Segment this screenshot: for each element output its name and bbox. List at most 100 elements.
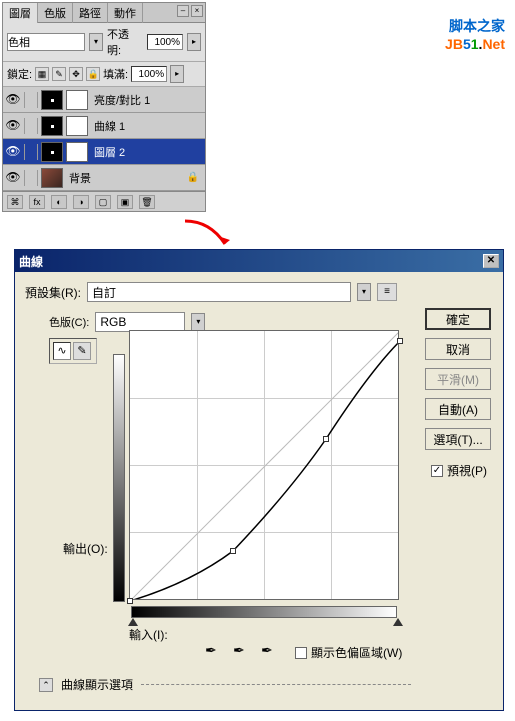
curve-tools: ∿ ✎ bbox=[49, 338, 97, 364]
link-cell[interactable] bbox=[24, 170, 38, 186]
expand-icon[interactable]: ⌃ bbox=[39, 678, 53, 692]
cancel-button[interactable]: 取消 bbox=[425, 338, 491, 360]
dialog-titlebar[interactable]: 曲線 ✕ bbox=[15, 250, 503, 272]
layer-thumb[interactable] bbox=[41, 142, 63, 162]
visibility-icon[interactable]: 👁 bbox=[5, 92, 21, 108]
lock-row: 鎖定: ▦ ✎ ✥ 🔒 填滿: ▸ bbox=[3, 62, 205, 87]
channel-label: 色版(C): bbox=[49, 314, 89, 330]
eyedropper-gray-icon[interactable]: ✒ bbox=[233, 642, 251, 660]
white-slider[interactable] bbox=[393, 618, 403, 626]
channel-select[interactable] bbox=[95, 312, 185, 332]
opacity-input[interactable] bbox=[147, 34, 183, 50]
layer-name[interactable]: 圖層 2 bbox=[91, 144, 203, 160]
link-cell[interactable] bbox=[24, 144, 38, 160]
eyedropper-black-icon[interactable]: ✒ bbox=[205, 642, 223, 660]
options-button[interactable]: 選項(T)... bbox=[425, 428, 491, 450]
fill-dropdown-icon[interactable]: ▸ bbox=[170, 65, 184, 83]
smooth-button[interactable]: 平滑(M) bbox=[425, 368, 491, 390]
preset-row: 預設集(R): ▾ ≡ bbox=[25, 282, 493, 302]
tab-paths[interactable]: 路徑 bbox=[73, 3, 108, 23]
lock-all-icon[interactable]: 🔒 bbox=[86, 67, 100, 81]
preset-select[interactable] bbox=[87, 282, 351, 302]
layer-item[interactable]: 👁 亮度/對比 1 bbox=[3, 87, 205, 113]
preview-checkbox-row: ✓ 預視(P) bbox=[431, 462, 487, 479]
layers-panel: 圖層 色版 路徑 動作 ‒ × ▾ 不透明: ▸ 鎖定: ▦ ✎ ✥ 🔒 填滿:… bbox=[2, 2, 206, 212]
curve-line[interactable] bbox=[130, 331, 398, 599]
display-options-row: ⌃ 曲線顯示選項 bbox=[39, 676, 411, 693]
preset-menu-icon[interactable]: ≡ bbox=[377, 283, 397, 301]
curve-tool-pencil[interactable]: ✎ bbox=[73, 342, 91, 360]
ok-button[interactable]: 確定 bbox=[425, 308, 491, 330]
layer-name[interactable]: 背景 bbox=[66, 170, 184, 186]
folder-icon[interactable]: ▢ bbox=[95, 195, 111, 209]
eyedropper-white-icon[interactable]: ✒ bbox=[261, 642, 279, 660]
new-layer-icon[interactable]: ▣ bbox=[117, 195, 133, 209]
mask-icon[interactable]: ◐ bbox=[51, 195, 67, 209]
link-cell[interactable] bbox=[24, 92, 38, 108]
curves-graph[interactable] bbox=[129, 330, 399, 600]
tab-actions[interactable]: 動作 bbox=[108, 3, 143, 23]
lock-pixels-icon[interactable]: ✎ bbox=[52, 67, 66, 81]
channel-dropdown-icon[interactable]: ▾ bbox=[191, 313, 205, 331]
close-icon[interactable]: ✕ bbox=[483, 254, 499, 268]
close-panel-icon[interactable]: × bbox=[191, 5, 203, 17]
preview-label: 預視(P) bbox=[447, 462, 487, 479]
clip-checkbox[interactable] bbox=[295, 647, 307, 659]
lock-position-icon[interactable]: ✥ bbox=[69, 67, 83, 81]
link-cell[interactable] bbox=[24, 118, 38, 134]
curve-point[interactable] bbox=[230, 548, 236, 554]
dialog-title: 曲線 bbox=[19, 253, 43, 270]
opacity-dropdown-icon[interactable]: ▸ bbox=[187, 33, 201, 51]
blend-dropdown-icon[interactable]: ▾ bbox=[89, 33, 103, 51]
lock-label: 鎖定: bbox=[7, 66, 32, 82]
layer-thumb[interactable] bbox=[41, 116, 63, 136]
adjustment-icon[interactable]: ◑ bbox=[73, 195, 89, 209]
lock-transparent-icon[interactable]: ▦ bbox=[35, 67, 49, 81]
minimize-panel-icon[interactable]: ‒ bbox=[177, 5, 189, 17]
blend-row: ▾ 不透明: ▸ bbox=[3, 23, 205, 62]
preset-label: 預設集(R): bbox=[25, 284, 81, 301]
lock-indicator-icon: 🔒 bbox=[187, 172, 203, 183]
dialog-buttons: 確定 取消 平滑(M) 自動(A) 選項(T)... bbox=[425, 308, 491, 450]
fx-icon[interactable]: fx bbox=[29, 195, 45, 209]
mask-thumb[interactable] bbox=[66, 116, 88, 136]
layer-list: 👁 亮度/對比 1 👁 曲線 1 👁 圖層 2 👁 背景 🔒 bbox=[3, 87, 205, 191]
input-label: 輸入(I): bbox=[129, 626, 168, 643]
clip-checkbox-row: 顯示色偏區域(W) bbox=[295, 644, 402, 661]
mask-thumb[interactable] bbox=[66, 142, 88, 162]
mask-thumb[interactable] bbox=[66, 90, 88, 110]
output-gradient bbox=[113, 354, 125, 602]
trash-icon[interactable]: 🗑 bbox=[139, 195, 155, 209]
layer-name[interactable]: 曲線 1 bbox=[91, 118, 203, 134]
layer-item-selected[interactable]: 👁 圖層 2 bbox=[3, 139, 205, 165]
curves-dialog: 曲線 ✕ 預設集(R): ▾ ≡ 色版(C): ▾ ∿ ✎ bbox=[14, 249, 504, 711]
layer-name[interactable]: 亮度/對比 1 bbox=[91, 92, 203, 108]
curve-point[interactable] bbox=[397, 338, 403, 344]
visibility-icon[interactable]: 👁 bbox=[5, 170, 21, 186]
fill-label: 填滿: bbox=[103, 66, 128, 82]
visibility-icon[interactable]: 👁 bbox=[5, 144, 21, 160]
fill-input[interactable] bbox=[131, 66, 167, 82]
watermark: 脚本之家 JB51.Net bbox=[445, 16, 505, 52]
blend-mode-select[interactable] bbox=[7, 33, 85, 51]
output-label: 輸出(O): bbox=[63, 540, 108, 557]
panel-tabs: 圖層 色版 路徑 動作 ‒ × bbox=[3, 3, 205, 23]
visibility-icon[interactable]: 👁 bbox=[5, 118, 21, 134]
tab-layers[interactable]: 圖層 bbox=[3, 3, 38, 23]
preview-checkbox[interactable]: ✓ bbox=[431, 465, 443, 477]
layer-item-background[interactable]: 👁 背景 🔒 bbox=[3, 165, 205, 191]
dialog-body: 預設集(R): ▾ ≡ 色版(C): ▾ ∿ ✎ bbox=[15, 272, 503, 710]
tab-channels[interactable]: 色版 bbox=[38, 3, 73, 23]
watermark-line1: 脚本之家 bbox=[445, 16, 505, 36]
curve-point[interactable] bbox=[323, 436, 329, 442]
curve-tool-point[interactable]: ∿ bbox=[53, 342, 71, 360]
preset-dropdown-icon[interactable]: ▾ bbox=[357, 283, 371, 301]
layer-thumb[interactable] bbox=[41, 168, 63, 188]
clip-label: 顯示色偏區域(W) bbox=[311, 644, 402, 661]
auto-button[interactable]: 自動(A) bbox=[425, 398, 491, 420]
layer-thumb[interactable] bbox=[41, 90, 63, 110]
link-layers-icon[interactable]: ⌘ bbox=[7, 195, 23, 209]
layer-item[interactable]: 👁 曲線 1 bbox=[3, 113, 205, 139]
curve-point[interactable] bbox=[127, 598, 133, 604]
black-slider[interactable] bbox=[128, 618, 138, 626]
